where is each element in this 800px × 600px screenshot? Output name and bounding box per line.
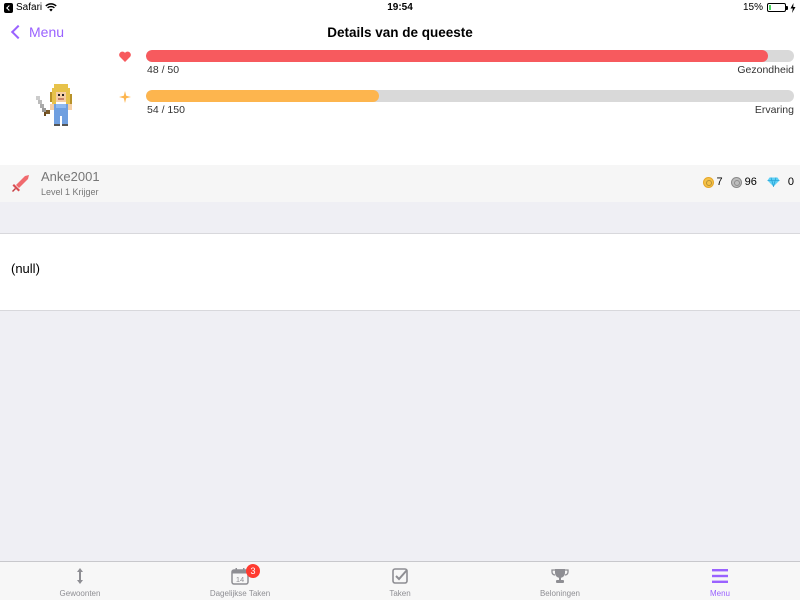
health-label: Gezondheid — [737, 64, 794, 76]
gold-currency: 7 — [702, 176, 723, 188]
username: Anke2001 — [41, 169, 100, 184]
battery-percent: 15% — [742, 2, 763, 13]
tab-rewards[interactable]: Beloningen — [480, 562, 640, 600]
page-title: Details van de queeste — [327, 25, 473, 40]
tab-todos-label: Taken — [389, 589, 411, 598]
tab-dailies[interactable]: 14 3 Dagelijkse Taken — [160, 562, 320, 600]
tab-menu[interactable]: Menu — [640, 562, 800, 600]
experience-bar-fill — [146, 90, 380, 102]
experience-bar — [146, 90, 794, 102]
health-bar — [146, 50, 794, 62]
user-level: Level 1 Krijger — [41, 187, 99, 197]
gem-currency: 0 — [767, 176, 794, 188]
tab-rewards-label: Beloningen — [539, 589, 581, 598]
experience-value: 54 / 150 — [147, 104, 185, 116]
calendar-date: 14 — [236, 575, 244, 584]
star-icon — [119, 91, 131, 103]
silver-amount: 96 — [744, 176, 757, 188]
gem-amount: 0 — [787, 176, 794, 188]
sword-icon — [12, 175, 29, 192]
battery-icon — [767, 3, 788, 12]
gold-amount: 7 — [716, 176, 723, 188]
silver-currency: 96 — [730, 176, 757, 188]
status-time: 19:54 — [387, 2, 413, 13]
status-bar: Safari 19:54 15% — [0, 0, 800, 16]
quest-description: (null) — [11, 261, 40, 276]
menu-icon — [712, 569, 728, 583]
habits-icon — [77, 568, 83, 584]
status-right: 15% — [743, 2, 796, 13]
tab-dailies-label: Dagelijkse Taken — [209, 589, 271, 598]
tab-habits-label: Gewoonten — [59, 589, 101, 598]
trophy-icon — [551, 569, 569, 583]
silver-coin-icon — [730, 176, 742, 188]
tab-bar: Gewoonten 14 3 Dagelijkse Taken Taken Be… — [0, 561, 800, 600]
profile-header: 48 / 50 Gezondheid 54 / 150 Ervaring — [0, 50, 800, 165]
tab-menu-label: Menu — [709, 589, 730, 598]
health-value: 48 / 50 — [147, 64, 180, 76]
navigation-bar: Menu Details van de queeste — [0, 16, 800, 50]
quest-details-content: (null) — [0, 233, 800, 311]
charging-icon — [790, 2, 796, 13]
heart-icon — [119, 51, 131, 62]
currency-display: 7 96 0 — [695, 176, 794, 188]
experience-label: Ervaring — [754, 104, 794, 116]
checkbox-icon — [392, 568, 408, 584]
tab-habits[interactable]: Gewoonten — [0, 562, 160, 600]
gem-icon — [767, 177, 780, 187]
user-info-row: Anke2001 Level 1 Krijger 7 96 0 — [0, 165, 800, 202]
gold-coin-icon — [702, 176, 714, 188]
tab-todos[interactable]: Taken — [320, 562, 480, 600]
health-bar-fill — [146, 50, 769, 62]
dailies-badge: 3 — [246, 564, 260, 578]
avatar[interactable] — [34, 82, 88, 132]
